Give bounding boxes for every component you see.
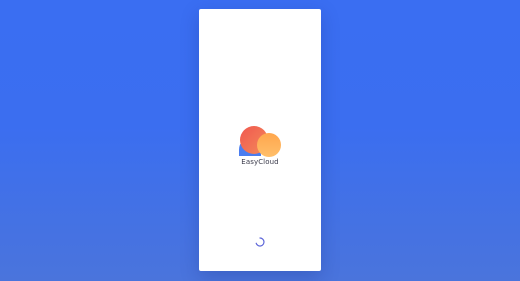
phone-screen: EasyCloud — [199, 9, 321, 271]
app-name: EasyCloud — [241, 158, 279, 166]
loading-spinner-icon — [255, 237, 265, 247]
cloud-logo-icon — [237, 118, 283, 158]
